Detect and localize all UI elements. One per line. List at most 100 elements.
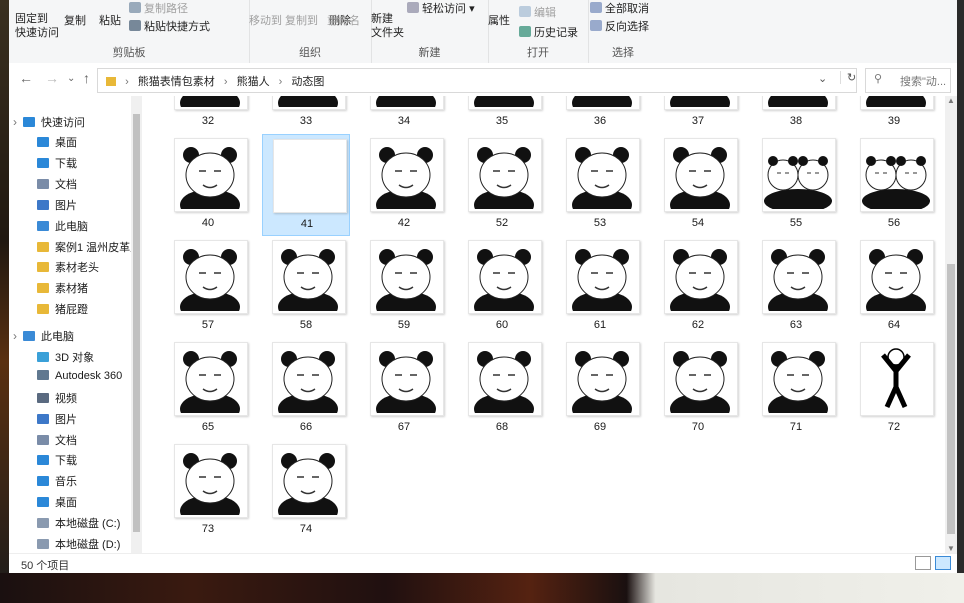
file-item[interactable]: 41 xyxy=(262,134,350,236)
file-item[interactable]: 68 xyxy=(458,338,546,440)
file-item[interactable]: 55 xyxy=(752,134,840,236)
large-icons-view-icon[interactable] xyxy=(935,556,951,570)
cloud-icon xyxy=(37,370,49,380)
scroll-up-icon[interactable]: ▲ xyxy=(947,96,955,105)
file-item[interactable]: 69 xyxy=(556,338,644,440)
file-item[interactable]: 34 xyxy=(360,96,448,134)
file-list-scroll-thumb[interactable] xyxy=(947,264,955,534)
file-item[interactable]: 71 xyxy=(752,338,840,440)
expand-chevron-icon[interactable]: › xyxy=(13,329,17,343)
navigation-pane-scroll-thumb[interactable] xyxy=(133,114,140,532)
easy-access-button[interactable]: 轻松访问 ▾ xyxy=(407,0,475,16)
file-item[interactable]: 57 xyxy=(164,236,252,338)
rename-button-visible[interactable]: 重命名 xyxy=(327,12,360,28)
invert-selection-icon xyxy=(590,20,602,31)
scroll-down-icon[interactable]: ▼ xyxy=(947,544,955,553)
file-item[interactable]: 52 xyxy=(458,134,546,236)
edit-label: 编辑 xyxy=(534,7,556,19)
file-item[interactable]: 74 xyxy=(262,440,350,542)
file-name: 54 xyxy=(691,217,705,229)
file-item[interactable]: 33 xyxy=(262,96,350,134)
file-thumbnail xyxy=(370,96,444,110)
forward-arrow-icon[interactable]: → xyxy=(45,70,59,86)
up-arrow-icon[interactable]: ↑ xyxy=(83,70,90,86)
picture-icon xyxy=(37,414,49,424)
new-group-label: 新建 xyxy=(418,47,441,59)
copy-path-label: 复制路径 xyxy=(144,3,188,15)
file-name: 38 xyxy=(789,115,803,127)
breadcrumb-separator-icon: › xyxy=(223,76,228,88)
move-to-button[interactable]: 移动到 xyxy=(249,12,282,28)
search-box[interactable]: ⚲ 搜索"动... xyxy=(865,68,951,93)
file-name: 65 xyxy=(201,421,215,433)
file-item[interactable]: 65 xyxy=(164,338,252,440)
file-item[interactable]: 73 xyxy=(164,440,252,542)
invert-selection-label: 反向选择 xyxy=(605,21,649,33)
file-list-scrollbar[interactable]: ▲ ▼ xyxy=(945,96,957,553)
navigation-pane-scrollbar[interactable] xyxy=(131,96,142,553)
properties-button[interactable]: 属性 xyxy=(488,12,510,28)
file-item[interactable]: 61 xyxy=(556,236,644,338)
file-item[interactable]: 39 xyxy=(850,96,938,134)
file-thumbnail xyxy=(468,96,542,110)
file-thumbnail xyxy=(370,138,444,212)
file-item[interactable]: 53 xyxy=(556,134,644,236)
file-item[interactable]: 62 xyxy=(654,236,742,338)
file-name: 33 xyxy=(299,115,313,127)
details-view-icon[interactable] xyxy=(915,556,931,570)
file-item[interactable]: 58 xyxy=(262,236,350,338)
address-dropdown-chevron-icon[interactable]: ⌄ xyxy=(818,72,827,85)
file-item[interactable]: 63 xyxy=(752,236,840,338)
status-bar: 50 个项目 xyxy=(9,553,957,573)
organize-group-label: 组织 xyxy=(299,47,321,59)
select-none-button[interactable]: 全部取消 xyxy=(590,0,649,16)
file-item[interactable]: 59 xyxy=(360,236,448,338)
file-item[interactable]: 32 xyxy=(164,96,252,134)
sidebar-item-label: 桌面 xyxy=(55,137,77,149)
invert-selection-button[interactable]: 反向选择 xyxy=(590,18,649,34)
pin-quick-access-button[interactable]: 固定到 快速访问 xyxy=(15,12,59,40)
file-item[interactable]: 42 xyxy=(360,134,448,236)
file-item[interactable]: 38 xyxy=(752,96,840,134)
history-button[interactable]: 历史记录 xyxy=(519,24,578,40)
copy-path-button[interactable]: 复制路径 xyxy=(129,0,188,16)
computer-icon xyxy=(23,331,35,341)
file-item[interactable]: 36 xyxy=(556,96,644,134)
file-item[interactable]: 70 xyxy=(654,338,742,440)
back-arrow-icon[interactable]: ← xyxy=(19,70,33,86)
file-item[interactable]: 67 xyxy=(360,338,448,440)
file-item[interactable]: 64 xyxy=(850,236,938,338)
file-thumbnail xyxy=(566,342,640,416)
edit-button[interactable]: 编辑 xyxy=(519,4,556,20)
file-item[interactable]: 35 xyxy=(458,96,546,134)
desktop-icon xyxy=(37,137,49,147)
music-icon xyxy=(37,476,49,486)
refresh-icon[interactable]: ↻ xyxy=(840,71,856,84)
address-bar[interactable]: › 熊猫表情包素材 › 熊猫人 › 动态图 ⌄ ↻ xyxy=(97,68,857,93)
file-item[interactable]: 66 xyxy=(262,338,350,440)
recent-locations-chevron-icon[interactable]: ⌄ xyxy=(67,73,75,84)
breadcrumb-item-2[interactable]: 熊猫人 xyxy=(237,76,270,88)
file-item[interactable]: 60 xyxy=(458,236,546,338)
file-item[interactable]: 40 xyxy=(164,134,252,236)
sidebar-item-label: 文档 xyxy=(55,435,77,447)
file-name: 66 xyxy=(299,421,313,433)
file-item[interactable]: 72 xyxy=(850,338,938,440)
breadcrumb-item-3[interactable]: 动态图 xyxy=(291,76,324,88)
new-folder-button[interactable]: 新建 文件夹 xyxy=(371,12,404,40)
file-item[interactable]: 37 xyxy=(654,96,742,134)
folder-icon xyxy=(37,242,49,252)
file-item[interactable]: 56 xyxy=(850,134,938,236)
file-name: 32 xyxy=(201,115,215,127)
file-thumbnail xyxy=(174,342,248,416)
new-group: 新建 文件夹 轻松访问 ▾ 新建 xyxy=(371,0,489,63)
select-group-label: 选择 xyxy=(612,47,634,59)
sidebar-item-label: 视频 xyxy=(55,393,77,405)
file-item[interactable]: 54 xyxy=(654,134,742,236)
paste-shortcut-button[interactable]: 粘贴快捷方式 xyxy=(129,18,210,34)
copy-to-button[interactable]: 复制到 xyxy=(285,12,318,28)
paste-button[interactable]: 粘贴 xyxy=(99,12,121,28)
breadcrumb-item-1[interactable]: 熊猫表情包素材 xyxy=(138,76,215,88)
copy-button[interactable]: 复制 xyxy=(64,12,86,28)
expand-chevron-icon[interactable]: › xyxy=(13,115,17,129)
